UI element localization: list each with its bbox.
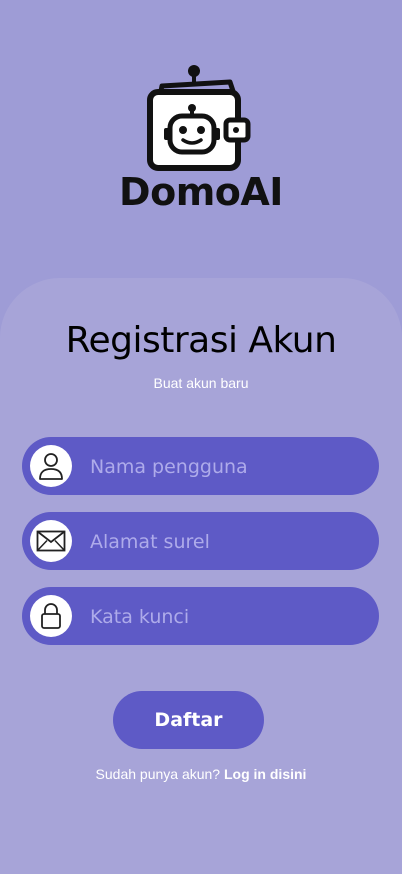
username-input[interactable] [88,437,372,497]
password-field[interactable] [22,587,379,647]
email-field[interactable] [22,512,379,572]
brand-name: DomoAI [119,170,283,214]
lock-icon [30,595,72,637]
email-input[interactable] [88,512,372,572]
register-button[interactable]: Daftar [113,691,264,749]
envelope-icon [30,520,72,562]
login-prompt-text: Sudah punya akun? [95,766,221,782]
app-logo [0,64,402,174]
login-prompt: Sudah punya akun? Log in disini [0,766,402,782]
login-link[interactable]: Log in disini [224,766,306,782]
form-card [0,278,402,874]
user-icon [30,445,72,487]
robot-wallet-icon [147,65,251,171]
page-subtitle: Buat akun baru [153,375,249,391]
username-field[interactable] [22,437,379,497]
password-input[interactable] [88,587,372,647]
page-title: Registrasi Akun [65,320,337,361]
